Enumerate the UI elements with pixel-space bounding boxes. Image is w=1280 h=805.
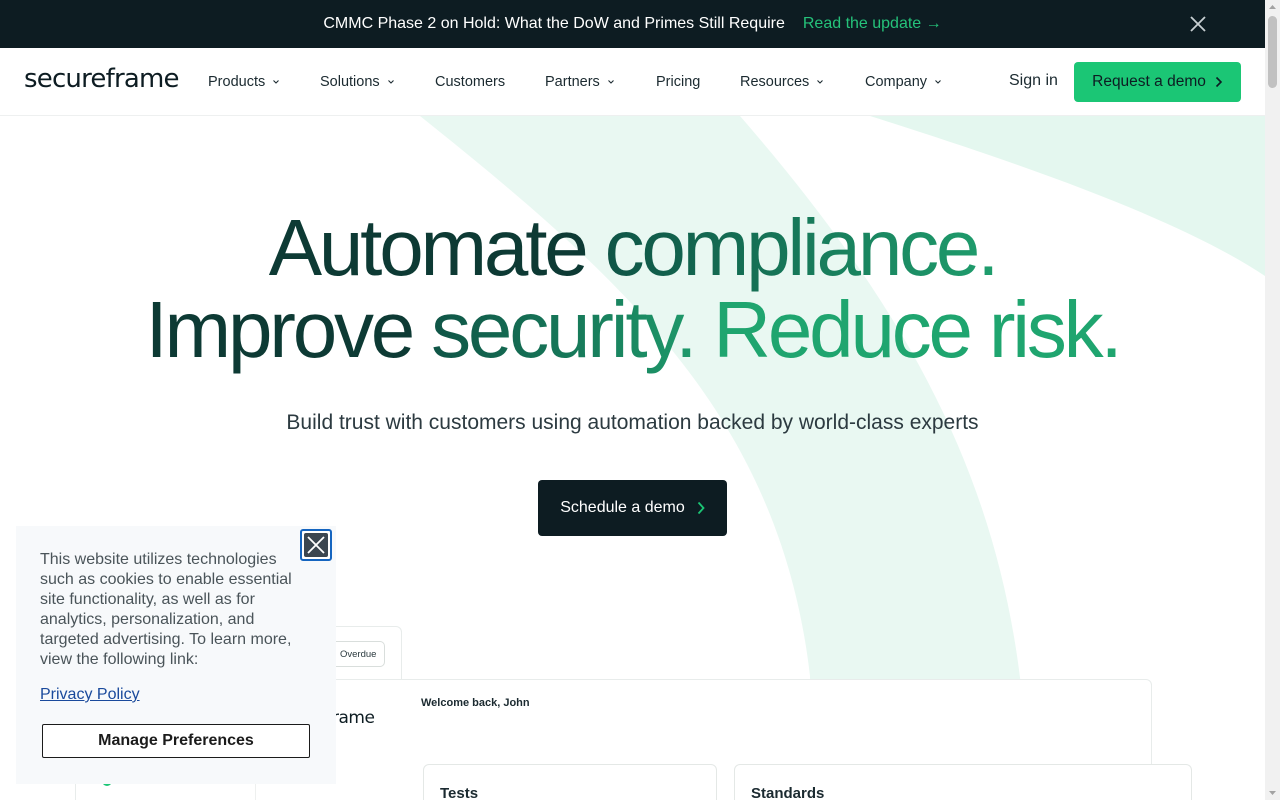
nav-pricing-label: Pricing [656, 74, 701, 90]
chevron-down-icon [607, 80, 614, 84]
schedule-demo-label: Schedule a demo [560, 499, 685, 516]
manage-preferences-button[interactable]: Manage Preferences [42, 724, 310, 758]
headline-compliance: compliance. [604, 203, 1000, 292]
announcement-bar: CMMC Phase 2 on Hold: What the DoW and P… [0, 0, 1265, 48]
nav-customers-label: Customers [435, 74, 506, 90]
nav-partners[interactable]: Partners [545, 74, 615, 90]
chevron-down-icon [935, 80, 941, 84]
nav-customers[interactable]: Customers [435, 74, 505, 90]
tests-panel-title: Tests [440, 785, 479, 800]
chevron-down-icon [817, 80, 824, 84]
nav-products-label: Products [208, 74, 266, 90]
headline-security: security. [431, 285, 714, 374]
close-icon[interactable] [1188, 14, 1208, 34]
nav-products[interactable]: Products [208, 74, 280, 90]
chevron-right-icon [697, 501, 705, 515]
page-scrollbar[interactable] [1265, 0, 1280, 800]
nav-solutions-label: Solutions [320, 74, 380, 90]
secureframe-logo[interactable]: secureframe [24, 64, 180, 94]
main-navbar: secureframe Products Solutions Customers… [0, 48, 1265, 116]
nav-company[interactable]: Company [865, 74, 942, 90]
hero-headline: Automate compliance. Improve security. R… [0, 207, 1265, 371]
request-demo-button[interactable]: Request a demo [1074, 62, 1241, 102]
nav-resources-label: Resources [740, 74, 810, 90]
standards-panel-title: Standards [751, 785, 825, 800]
nav-solutions[interactable]: Solutions [320, 74, 395, 90]
scrollbar-thumb[interactable] [1268, 16, 1277, 88]
close-icon [304, 533, 328, 557]
cookie-banner: This website utilizes technologies such … [16, 526, 336, 784]
headline-automate: Automate [268, 203, 605, 292]
cookie-close-button[interactable] [300, 529, 332, 561]
scroll-up-arrow-icon[interactable] [1265, 0, 1280, 15]
chevron-down-icon [273, 80, 280, 84]
cookie-message: This website utilizes technologies such … [40, 551, 292, 668]
dashboard-logo: rame [332, 708, 375, 728]
nav-pricing[interactable]: Pricing [656, 74, 700, 90]
hero-subheadline: Build trust with customers using automat… [286, 411, 979, 434]
headline-reduce-risk: Reduce risk. [713, 285, 1122, 374]
nav-resources[interactable]: Resources [740, 74, 824, 90]
headline-improve: Improve [145, 285, 432, 374]
chevron-right-icon [1215, 76, 1223, 88]
welcome-message: Welcome back, John [421, 697, 530, 709]
schedule-demo-button[interactable]: Schedule a demo [538, 480, 727, 536]
nav-company-label: Company [865, 74, 928, 90]
tests-panel: Tests [423, 764, 717, 800]
standards-panel: Standards [734, 764, 1192, 800]
overdue-badge: Overdue [331, 641, 386, 667]
request-demo-label: Request a demo [1092, 73, 1206, 90]
announcement-text: CMMC Phase 2 on Hold: What the DoW and P… [323, 15, 785, 32]
sign-in-link[interactable]: Sign in [1009, 72, 1058, 90]
read-update-link[interactable]: Read the update → [803, 15, 942, 33]
chevron-down-icon [387, 80, 394, 84]
scroll-down-arrow-icon[interactable] [1265, 785, 1280, 800]
privacy-policy-link[interactable]: Privacy Policy [40, 686, 140, 704]
nav-partners-label: Partners [545, 74, 600, 90]
